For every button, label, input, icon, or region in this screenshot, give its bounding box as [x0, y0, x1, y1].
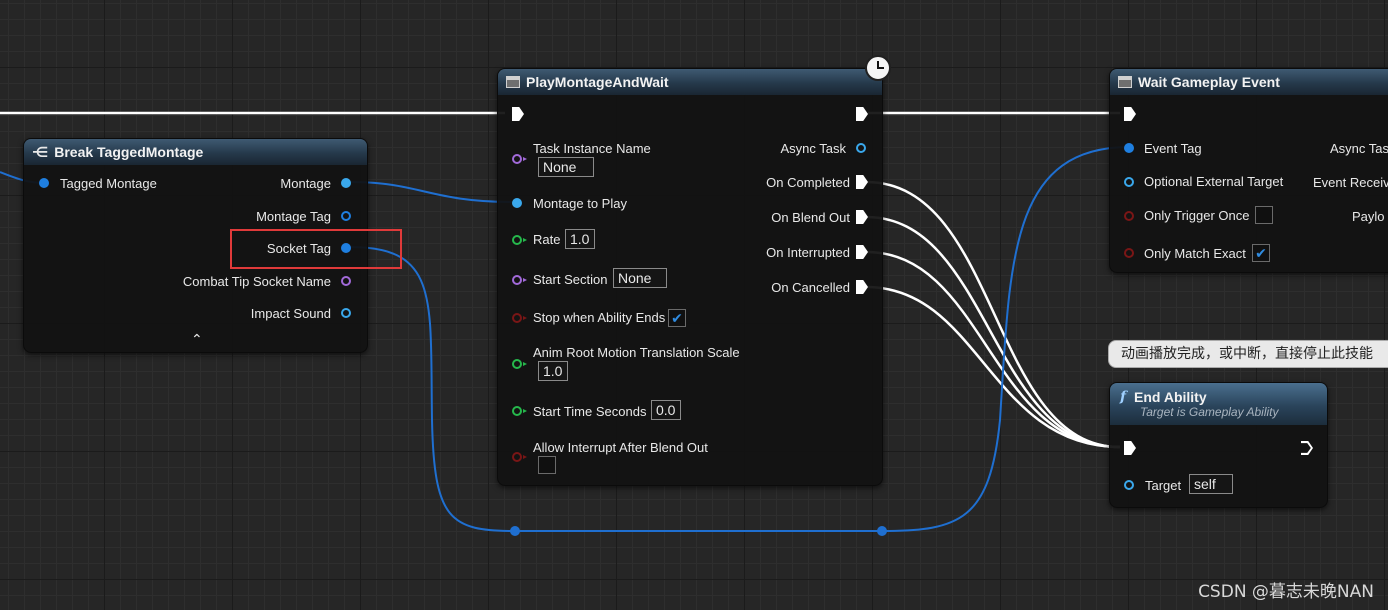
payload-output-label: Paylo	[1352, 209, 1385, 224]
rate-label: Rate	[533, 232, 561, 247]
montage-to-play-label: Montage to Play	[533, 196, 627, 211]
combat-tip-socket-name-pin[interactable]	[341, 276, 351, 286]
node-header[interactable]: PlayMontageAndWait	[498, 69, 882, 95]
node-header[interactable]: f End Ability Target is Gameplay Ability	[1110, 383, 1327, 425]
exec-wire-interrupted	[865, 250, 1121, 449]
watermark: CSDN @暮志未晚NAN	[1198, 582, 1374, 602]
montage-tag-output-label: Montage Tag	[256, 209, 331, 224]
tagged-montage-label: Tagged Montage	[60, 176, 157, 191]
node-title: Wait Gameplay Event	[1138, 74, 1280, 90]
anim-root-motion-field[interactable]: 1.0	[538, 361, 568, 381]
exec-then-pin[interactable]	[856, 107, 868, 121]
stop-when-ability-ends-checkbox[interactable]: ✔	[668, 309, 686, 327]
node-title: Break TaggedMontage	[54, 144, 204, 160]
tagged-montage-pin[interactable]	[39, 178, 49, 188]
stop-when-ability-ends-label: Stop when Ability Ends	[533, 310, 666, 325]
allow-interrupt-label: Allow Interrupt After Blend Out	[533, 440, 708, 455]
montage-tag-output-pin[interactable]	[341, 211, 351, 221]
only-match-exact-pin[interactable]	[1124, 248, 1134, 258]
target-label: Target	[1145, 478, 1182, 493]
socket-tag-highlight	[230, 229, 402, 269]
exec-wire-completed	[865, 180, 1121, 449]
reroute-node-left	[510, 526, 520, 536]
optional-external-target-label: Optional External Target	[1144, 174, 1284, 189]
async-task-output-label: Async Task	[780, 141, 846, 156]
rate-field[interactable]: 1.0	[565, 229, 595, 249]
wait-gameplay-event-node[interactable]: Wait Gameplay Event Event Tag Optional E…	[1109, 68, 1388, 273]
only-trigger-once-pin[interactable]	[1124, 211, 1134, 221]
end-ability-node[interactable]: f End Ability Target is Gameplay Ability…	[1109, 382, 1328, 508]
target-pin[interactable]	[1124, 480, 1134, 490]
only-trigger-once-label: Only Trigger Once	[1144, 208, 1250, 223]
start-section-pin[interactable]	[512, 275, 527, 285]
reroute-node-right	[877, 526, 887, 536]
montage-output-label: Montage	[280, 176, 331, 191]
on-blend-out-exec-pin[interactable]	[856, 210, 868, 224]
impact-sound-label: Impact Sound	[250, 306, 331, 321]
allow-interrupt-pin[interactable]	[512, 452, 527, 462]
task-instance-name-pin[interactable]	[512, 154, 527, 164]
function-node-icon	[1118, 76, 1132, 88]
on-blend-out-label: On Blend Out	[771, 210, 850, 225]
allow-interrupt-checkbox[interactable]	[538, 456, 556, 474]
comment-bubble[interactable]: 动画播放完成，或中断，直接停止此技能	[1108, 340, 1388, 368]
rate-pin[interactable]	[512, 235, 527, 245]
start-time-seconds-pin[interactable]	[512, 406, 527, 416]
async-task-output-label: Async Tas	[1330, 141, 1388, 156]
impact-sound-pin[interactable]	[341, 308, 351, 318]
on-cancelled-label: On Cancelled	[771, 280, 850, 295]
exec-in-pin[interactable]	[1124, 107, 1136, 121]
start-section-label: Start Section	[533, 272, 608, 287]
montage-output-pin[interactable]	[341, 178, 351, 188]
combat-tip-socket-name-label: Combat Tip Socket Name	[182, 274, 331, 289]
function-icon: f	[1120, 389, 1127, 405]
on-completed-exec-pin[interactable]	[856, 175, 868, 189]
node-header[interactable]: Wait Gameplay Event	[1110, 69, 1388, 95]
start-section-field[interactable]: None	[613, 268, 667, 288]
start-time-seconds-label: Start Time Seconds	[533, 404, 647, 419]
node-title: End Ability	[1134, 389, 1207, 405]
on-completed-label: On Completed	[766, 175, 850, 190]
only-match-exact-label: Only Match Exact	[1144, 246, 1246, 261]
task-instance-name-label: Task Instance Name	[533, 141, 651, 156]
node-title: PlayMontageAndWait	[526, 74, 669, 90]
exec-in-pin[interactable]	[512, 107, 524, 121]
optional-external-target-pin[interactable]	[1124, 177, 1134, 187]
only-match-exact-checkbox[interactable]: ✔	[1252, 244, 1270, 262]
exec-out-pin[interactable]	[1301, 441, 1313, 455]
clock-icon	[865, 55, 891, 81]
exec-in-pin[interactable]	[1124, 441, 1136, 455]
chevron-up-icon[interactable]: ⌃	[191, 331, 203, 348]
play-montage-and-wait-node[interactable]: PlayMontageAndWait Task Instance Name No…	[497, 68, 883, 486]
on-interrupted-exec-pin[interactable]	[856, 245, 868, 259]
break-struct-icon: ⋲	[32, 143, 49, 160]
montage-to-play-pin[interactable]	[512, 198, 522, 208]
anim-root-motion-label: Anim Root Motion Translation Scale	[533, 345, 740, 360]
data-wire-montage	[349, 181, 513, 203]
node-header[interactable]: ⋲ Break TaggedMontage	[24, 139, 367, 165]
target-field[interactable]: self	[1189, 474, 1233, 494]
anim-root-motion-pin[interactable]	[512, 359, 527, 369]
only-trigger-once-checkbox[interactable]	[1255, 206, 1273, 224]
start-time-seconds-field[interactable]: 0.0	[651, 400, 681, 420]
function-node-icon	[506, 76, 520, 88]
on-cancelled-exec-pin[interactable]	[856, 280, 868, 294]
async-task-output-pin[interactable]	[856, 143, 866, 153]
event-tag-pin[interactable]	[1124, 143, 1134, 153]
stop-when-ability-ends-pin[interactable]	[512, 313, 527, 323]
node-subtitle: Target is Gameplay Ability	[1140, 405, 1279, 419]
exec-wire-blendout	[865, 215, 1121, 449]
on-interrupted-label: On Interrupted	[766, 245, 850, 260]
event-received-output-label: Event Receiv	[1313, 175, 1388, 190]
event-tag-label: Event Tag	[1144, 141, 1202, 156]
task-instance-name-field[interactable]: None	[538, 157, 594, 177]
